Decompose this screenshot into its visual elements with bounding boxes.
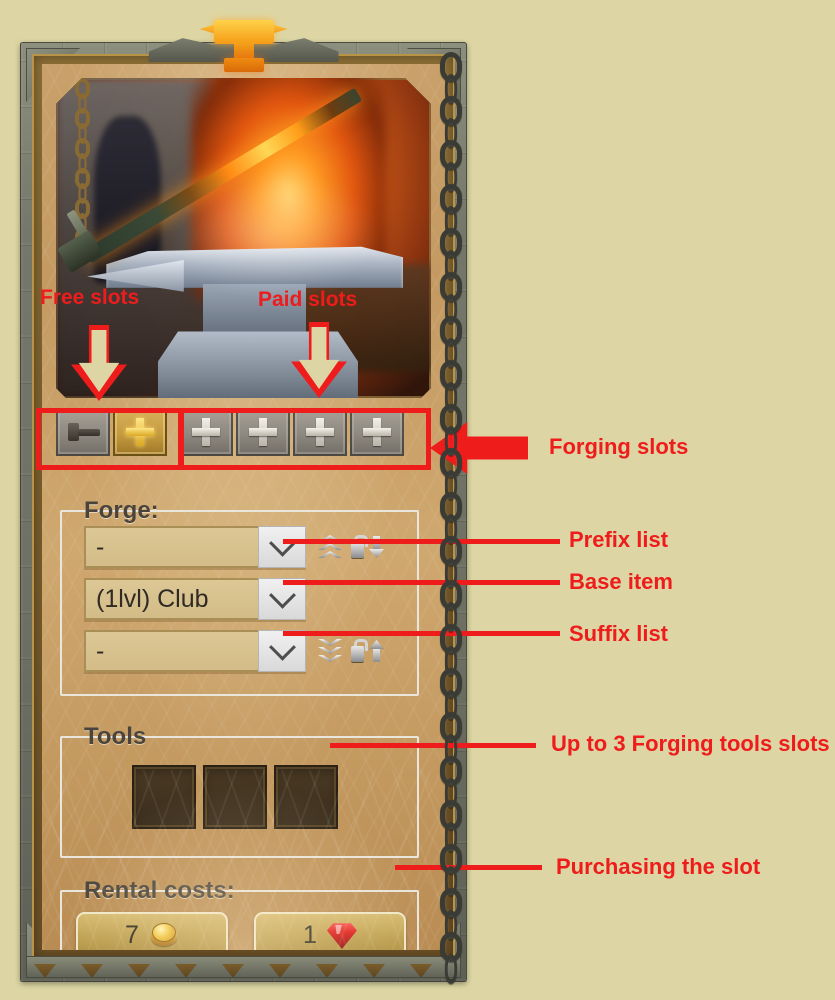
gold-amount: 7 (125, 920, 139, 949)
annotation-prefix-list: Prefix list (569, 527, 669, 552)
annotation-leader-base (283, 580, 560, 585)
tools-section: Tools (60, 724, 419, 858)
prefix-row: - (84, 526, 384, 568)
annotation-box-paid-slots (178, 408, 431, 470)
band-notch (222, 964, 244, 978)
annotation-purchasing: Purchasing the slot (556, 854, 761, 879)
forge-section: Forge: - (1lvl) Club - (60, 498, 419, 696)
panel-background: Forge: - (1lvl) Club - Tools Rental cost… (42, 64, 445, 950)
annotation-arrow-free-slots (71, 325, 127, 401)
suffix-dropdown[interactable]: - (84, 630, 306, 672)
band-notch (363, 964, 385, 978)
tool-slot-1[interactable] (132, 765, 196, 829)
rental-cost-gold-button[interactable]: 7 (76, 912, 228, 950)
window-bottom-band (26, 956, 461, 978)
tool-slot-2[interactable] (203, 765, 267, 829)
annotation-forging-slots: Forging slots (549, 434, 689, 459)
annotation-leader-suffix (283, 631, 560, 636)
band-notch (175, 964, 197, 978)
annotation-leader-purchase (395, 865, 542, 870)
annotation-paid-slots: Paid slots (258, 288, 358, 311)
chevrons-down-icon[interactable] (316, 638, 344, 664)
prefix-icons (316, 534, 384, 560)
window-wood-frame: Forge: - (1lvl) Club - Tools Rental cost… (32, 54, 455, 960)
gold-coin-icon (149, 922, 179, 948)
gem-amount: 1 (303, 920, 317, 949)
prefix-value: - (96, 532, 105, 561)
rental-costs-section: Rental costs: 7 1 (60, 878, 419, 950)
prefix-dropdown[interactable]: - (84, 526, 306, 568)
lock-arrow-down-icon[interactable] (350, 534, 384, 560)
chevron-down-icon[interactable] (258, 630, 306, 672)
band-notch (81, 964, 103, 978)
forge-window: Forge: - (1lvl) Club - Tools Rental cost… (20, 20, 467, 984)
suffix-icons (316, 638, 384, 664)
annotation-leader-prefix (283, 539, 560, 544)
annotation-leader-tools (330, 743, 536, 748)
annotation-free-slots: Free slots (40, 286, 140, 309)
annotation-arrow-paid-slots (291, 322, 347, 398)
band-notch (34, 964, 56, 978)
rental-cost-gem-button[interactable]: 1 (254, 912, 406, 950)
annotation-base-item: Base item (569, 569, 673, 594)
band-notch (316, 964, 338, 978)
annotation-arrow-forging-slots (430, 422, 528, 474)
tools-section-title: Tools (84, 723, 147, 750)
annotation-suffix-list: Suffix list (569, 621, 669, 646)
lock-arrow-up-icon[interactable] (350, 638, 384, 664)
annotation-box-free-slots (36, 408, 184, 470)
red-gem-icon (326, 921, 357, 949)
base-item-value: (1lvl) Club (96, 584, 209, 613)
rental-costs-title: Rental costs: (84, 877, 235, 904)
tool-slot-3[interactable] (274, 765, 338, 829)
annotation-tools-slots: Up to 3 Forging tools slots (551, 731, 830, 756)
suffix-value: - (96, 636, 105, 665)
band-notch (128, 964, 150, 978)
base-item-row: (1lvl) Club (84, 578, 306, 620)
base-item-dropdown[interactable]: (1lvl) Club (84, 578, 306, 620)
band-notch (269, 964, 291, 978)
suffix-row: - (84, 630, 384, 672)
band-notch (410, 964, 432, 978)
chevrons-up-icon[interactable] (316, 534, 344, 560)
forge-section-title: Forge: (84, 497, 159, 524)
chevron-down-icon[interactable] (258, 526, 306, 568)
